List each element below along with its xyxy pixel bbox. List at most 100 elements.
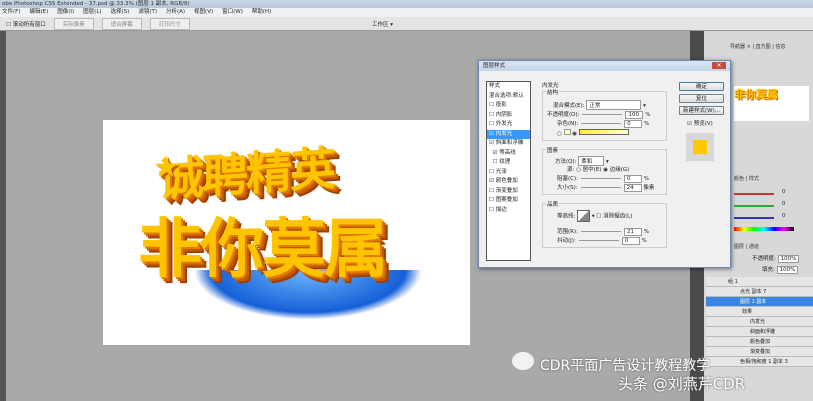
opacity-label: 不透明度(O): <box>547 112 580 118</box>
contour-picker[interactable] <box>577 210 591 222</box>
layer-effect[interactable]: 内发光 <box>706 317 813 327</box>
gradient-picker[interactable] <box>578 129 629 135</box>
style-item[interactable]: ☐ 光泽 <box>487 168 530 178</box>
style-item[interactable]: 样式 <box>487 82 530 92</box>
layers-tabs[interactable]: 图层 | 通道 <box>734 243 759 252</box>
quality-group: 品质 等高线: ▾ ☐ 消除锯齿(L) 范围(R): 21 % 抖动(J): 0 % <box>542 200 667 248</box>
menu-bar: 文件(F) 编辑(E) 图像(I) 图层(L) 选择(S) 滤镜(T) 分析(A… <box>0 8 813 17</box>
reset-button[interactable]: 复位 <box>679 94 724 103</box>
style-item-selected[interactable]: ☑ 内发光 <box>487 129 530 139</box>
unit: % <box>641 238 647 244</box>
unit: 像素 <box>643 185 655 191</box>
blue-slider[interactable] <box>734 217 774 219</box>
print-size-button[interactable]: 打印尺寸 <box>149 17 190 30</box>
navigator-thumbnail[interactable]: 非你莫属 <box>734 86 809 121</box>
preview-swatch <box>686 133 714 161</box>
dialog-title: 图层样式 <box>479 61 730 71</box>
elements-group: 图素 方法(Q): 柔和 ▾ 源: ○ 居中(E) ◉ 边缘(G) 阻塞(C):… <box>542 146 667 195</box>
menu-image[interactable]: 图像(I) <box>57 8 74 17</box>
opacity-control[interactable]: 不透明度: 100% <box>752 254 800 263</box>
structure-group: 结构 混合模式(E): 正常 ▾ 不透明度(O): 100 % 杂色(N): 0 %… <box>542 88 667 141</box>
style-item[interactable]: ☐ 图案叠加 <box>487 196 530 206</box>
document-canvas[interactable]: 诚聘精英 非你莫属 ★ <box>103 120 470 345</box>
size-input[interactable]: 24 <box>623 184 642 192</box>
noise-slider[interactable] <box>581 123 622 124</box>
menu-edit[interactable]: 编辑(E) <box>29 8 48 17</box>
new-style-button[interactable]: 新建样式(W)... <box>679 106 724 115</box>
choke-input[interactable]: 0 <box>624 175 642 183</box>
layer-row[interactable]: 色相/饱和度 1 副本 3 <box>706 357 813 367</box>
menu-file[interactable]: 文件(F) <box>2 8 20 17</box>
layer-row[interactable]: 点光 副本 7 <box>706 287 813 297</box>
close-button[interactable]: ✕ <box>712 62 726 69</box>
fill-control[interactable]: 填充: 100% <box>762 265 799 274</box>
unit: % <box>645 112 651 118</box>
wechat-icon <box>512 352 534 370</box>
style-item[interactable]: ☑ 斜面和浮雕 <box>487 139 530 149</box>
blue-value[interactable]: 0 <box>782 213 786 219</box>
color-ramp[interactable] <box>734 227 794 231</box>
scroll-all-checkbox[interactable]: ☐ 滚动所有窗口 <box>6 20 46 28</box>
group-title: 图素 <box>546 146 560 154</box>
layer-row[interactable]: 组 1 <box>706 277 813 287</box>
menu-layer[interactable]: 图层(L) <box>83 8 101 17</box>
group-title: 品质 <box>546 200 560 208</box>
noise-label: 杂色(N): <box>557 121 579 127</box>
range-label: 范围(R): <box>557 229 578 235</box>
range-input[interactable]: 21 <box>623 228 642 236</box>
green-value[interactable]: 0 <box>782 201 786 207</box>
layer-row-selected[interactable]: 图层 1 副本 <box>706 297 813 307</box>
style-item[interactable]: ☐ 投影 <box>487 101 530 111</box>
layer-effect[interactable]: 颜色叠加 <box>706 337 813 347</box>
red-value[interactable]: 0 <box>782 189 786 195</box>
layer-effects[interactable]: 效果 <box>706 307 813 317</box>
style-item[interactable]: ☐ 内阴影 <box>487 111 530 121</box>
jitter-input[interactable]: 0 <box>621 237 640 245</box>
style-item[interactable]: ☑ 等高线 <box>487 149 530 159</box>
color-swatch[interactable] <box>563 129 571 135</box>
window-title: obe Photoshop CS5 Extended - 37.psd @ 33… <box>0 0 813 8</box>
fit-screen-button[interactable]: 适合屏幕 <box>101 17 142 30</box>
antialias-checkbox[interactable]: ☐ 消除锯齿(L) <box>596 214 632 220</box>
menu-window[interactable]: 窗口(W) <box>222 8 243 17</box>
center-radio[interactable]: ○ 居中(E) <box>576 167 601 173</box>
opacity-slider[interactable] <box>582 114 623 115</box>
workspace-button[interactable]: 工作区 ▾ <box>372 20 393 28</box>
source-label: 源: <box>567 167 575 173</box>
menu-analysis[interactable]: 分析(A) <box>166 8 185 17</box>
green-slider[interactable] <box>734 205 774 207</box>
options-bar: ☐ 滚动所有窗口 实际像素 适合屏幕 打印尺寸 工作区 ▾ <box>0 17 813 31</box>
preview-checkbox[interactable]: ☑ 预览(V) <box>687 119 713 127</box>
group-title: 结构 <box>546 88 560 96</box>
ok-button[interactable]: 确定 <box>679 82 724 91</box>
actual-pixels-button[interactable]: 实际像素 <box>53 17 94 30</box>
jitter-slider[interactable] <box>578 240 619 241</box>
opacity-input[interactable]: 100 <box>625 111 644 119</box>
style-item[interactable]: 混合选项:默认 <box>487 92 530 102</box>
unit: % <box>643 229 649 235</box>
navigator-tabs[interactable]: 导航器 × | 直方图 | 信息 <box>730 43 786 52</box>
menu-select[interactable]: 选择(S) <box>111 8 130 17</box>
style-list: 样式 混合选项:默认 ☐ 投影 ☐ 内阴影 ☐ 外发光 ☑ 内发光 ☑ 斜面和浮… <box>486 81 531 261</box>
blend-mode-select[interactable]: 正常 <box>586 100 642 110</box>
choke-slider[interactable] <box>581 178 621 179</box>
style-item[interactable]: ☑ 颜色叠加 <box>487 177 530 187</box>
style-item[interactable]: ☐ 渐变叠加 <box>487 187 530 197</box>
style-item[interactable]: ☐ 描边 <box>487 206 530 216</box>
size-slider[interactable] <box>580 187 621 188</box>
choke-label: 阻塞(C): <box>557 176 578 182</box>
menu-help[interactable]: 帮助(H) <box>252 8 271 17</box>
color-tabs[interactable]: 颜色 | 样式 <box>734 175 759 184</box>
edge-radio[interactable]: ◉ 边缘(G) <box>603 167 629 173</box>
range-slider[interactable] <box>580 231 621 232</box>
style-item[interactable]: ☐ 外发光 <box>487 120 530 130</box>
layer-effect[interactable]: 斜面和浮雕 <box>706 327 813 337</box>
menu-view[interactable]: 视图(V) <box>194 8 213 17</box>
size-label: 大小(S): <box>557 185 578 191</box>
layer-effect[interactable]: 渐变叠加 <box>706 347 813 357</box>
headline-line2: 非你莫属 <box>138 213 388 287</box>
menu-filter[interactable]: 滤镜(T) <box>138 8 157 17</box>
noise-input[interactable]: 0 <box>624 120 643 128</box>
red-slider[interactable] <box>734 193 774 195</box>
style-item[interactable]: ☐ 纹理 <box>487 158 530 168</box>
